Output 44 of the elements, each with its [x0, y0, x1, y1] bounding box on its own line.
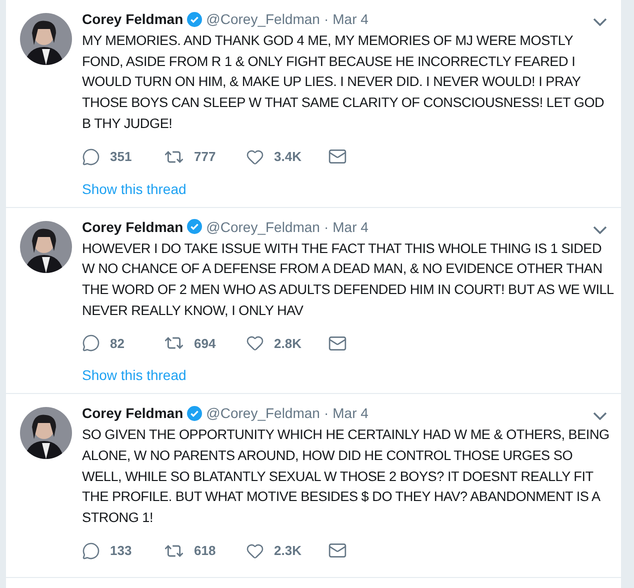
tweet-text: SO GIVEN THE OPPORTUNITY WHICH HE CERTAINLY HAD W ME & OTHERS, BEING ALONE, W NO PARENTS AROUND, HOW DID HE CONTROL THOSE URGES SO WELL, WHILE SO BLATANTLY SEXUAL W THOSE 2 BOYS? IT DOESNT REALLY FIT THE PROFILE. BUT WHAT MOTIVE BESIDES $ DO THEY HAV? ABANDONMENT IS A STRONG 1! — [82, 426, 610, 528]
reply-icon — [82, 334, 100, 352]
tweet-text: HOWEVER I DO TAKE ISSUE WITH THE FACT THAT THIS WHOLE THING IS 1 SIDED W NO CHANCE OF A DEFENSE FROM A DEAD MAN, & NO EVIDENCE OTHER THAN THE WORD OF 2 MEN WHO AS ADULTS DEFENDED HIM IN COURT! BUT AS WE WILL NEVER REALLY KNOW, I ONLY HAV — [82, 240, 614, 320]
message-button[interactable] — [328, 541, 347, 560]
more-button[interactable] — [593, 18, 607, 26]
chevron-down-icon — [593, 412, 607, 420]
separator-dot: · — [324, 218, 329, 237]
envelope-icon — [328, 147, 347, 166]
separator-dot: · — [324, 10, 329, 29]
like-button[interactable]: 3.4K — [246, 148, 328, 166]
tweet-date[interactable]: Mar 4 — [332, 9, 368, 29]
show-thread-link[interactable]: Show this thread — [82, 367, 186, 384]
heart-icon — [246, 542, 264, 560]
like-button[interactable]: 2.8K — [246, 334, 328, 352]
message-button[interactable] — [328, 147, 347, 166]
tweet-date[interactable]: Mar 4 — [332, 403, 368, 424]
retweet-button[interactable]: 618 — [164, 540, 246, 561]
more-button[interactable] — [593, 226, 607, 234]
chevron-down-icon — [593, 18, 607, 26]
chevron-down-icon — [593, 226, 607, 234]
reply-icon — [82, 542, 100, 560]
message-button[interactable] — [328, 334, 347, 353]
heart-icon — [246, 148, 264, 166]
like-button[interactable]: 2.3K — [246, 542, 328, 560]
author-handle[interactable]: @Corey_Feldman — [206, 216, 320, 237]
more-button[interactable] — [593, 412, 607, 420]
tweet-date[interactable]: Mar 4 — [332, 216, 368, 237]
envelope-icon — [328, 541, 347, 560]
reply-button[interactable]: 133 — [82, 542, 164, 560]
author-handle[interactable]: @Corey_Feldman — [206, 403, 320, 424]
reply-icon — [82, 148, 100, 166]
show-thread-link[interactable]: Show this thread — [82, 180, 186, 197]
heart-icon — [246, 334, 264, 352]
author-handle[interactable]: @Corey_Feldman — [206, 9, 320, 29]
retweet-button[interactable]: 694 — [164, 333, 246, 354]
separator-dot: · — [324, 404, 329, 424]
author-name[interactable]: Corey Feldman — [82, 403, 184, 424]
reply-button[interactable]: 351 — [82, 148, 164, 166]
retweet-button[interactable]: 777 — [164, 146, 246, 167]
tweet-text: MY MEMORIES. AND THANK GOD 4 ME, MY MEMORIES OF MJ WERE MOSTLY FOND, ASIDE FROM R 1 & ONLY FIGHT BECAUSE HE INCORRECTLY FEARED I WOULD TURN ON HIM, & MAKE UP LIES. I NEVER DID. I NEVER WOULD! I PRAY THOSE BOYS CAN SLEEP W THAT SAME CLARITY OF CONSCIOUSNESS! LET GOD B THY JUDGE! — [82, 32, 606, 133]
envelope-icon — [328, 334, 347, 353]
author-name[interactable]: Corey Feldman — [82, 216, 184, 237]
author-name[interactable]: Corey Feldman — [82, 9, 184, 29]
reply-button[interactable]: 82 — [82, 334, 164, 352]
